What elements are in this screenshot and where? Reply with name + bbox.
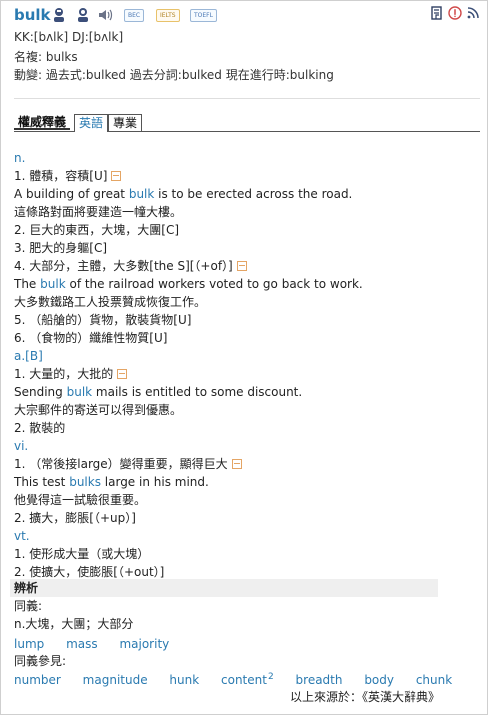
speaker-icon[interactable] — [98, 7, 114, 23]
toolbar — [430, 6, 480, 23]
definition-text: 1. 體積，容積[U] — [14, 169, 108, 183]
toefl-badge: TOEFL — [190, 9, 217, 22]
tab-authoritative[interactable]: 權威釋義 — [14, 114, 71, 130]
example-text: A building of great — [14, 187, 129, 201]
collapse-toggle-icon[interactable] — [236, 260, 247, 271]
definition-line: 2. 巨大的東西，大塊，大團[C] — [14, 222, 179, 239]
definition-text: 5. （船艙的）貨物，散裝貨物[U] — [14, 313, 192, 327]
definition-text: 他覺得這一試驗很重要。 — [14, 493, 147, 507]
example-text: This test — [14, 475, 70, 489]
definition-line: 2. 散裝的 — [14, 420, 65, 437]
definition-line: 大宗郵件的寄送可以得到優惠。 — [14, 402, 182, 419]
analysis-title: 辨析 — [14, 581, 39, 595]
example-sentence: The bulk of the railroad workers voted t… — [14, 276, 363, 293]
definition-line: 1. 體積，容積[U] — [14, 168, 122, 185]
example-text: of the railroad workers voted to go back… — [65, 277, 363, 291]
definition-text: 2. 散裝的 — [14, 421, 66, 435]
definition-text: 大宗郵件的寄送可以得到優惠。 — [14, 403, 183, 417]
see-also-links: number magnitude hunk content2 breadth b… — [14, 671, 470, 689]
definition-line: 1. 大量的，大批的 — [14, 366, 128, 383]
see-also-superscript: 2 — [267, 672, 274, 682]
definition-line: 他覺得這一試驗很重要。 — [14, 492, 146, 509]
example-keyword: bulk — [40, 277, 66, 291]
definition-line: 6. （食物的）纖維性物質[U] — [14, 330, 167, 347]
definition-line: 5. （船艙的）貨物，散裝貨物[U] — [14, 312, 191, 329]
part-of-speech: vi. — [14, 439, 29, 453]
definition-text: 這條路對面將要建造一幢大樓。 — [14, 205, 183, 219]
definition-text: 4. 大部分，主體，大多數[the S][（+of）] — [14, 259, 233, 273]
dictionary-panel — [0, 0, 488, 715]
see-also-link[interactable]: content2 — [221, 672, 274, 687]
definition-text: 2. 巨大的東西，大塊，大團[C] — [14, 223, 180, 237]
uk-pronunciation-icon[interactable] — [52, 7, 66, 23]
verb-forms: 動變: 過去式:bulked 過去分詞:bulked 現在進行時:bulking — [14, 68, 334, 82]
plural-form: 名複: bulks — [14, 50, 78, 64]
ielts-badge: IELTS — [156, 9, 180, 22]
headword: bulk — [14, 6, 51, 24]
definition-text: 2. 擴大，膨脹[（+up）] — [14, 511, 136, 525]
see-also-link[interactable]: chunk — [416, 673, 452, 687]
definition-text: 3. 肥大的身軀[C] — [14, 241, 108, 255]
tab-english[interactable]: 英語 — [74, 114, 109, 132]
rss-icon[interactable] — [466, 6, 480, 23]
example-keyword: bulk — [128, 187, 155, 201]
synonyms-label: 同義: — [14, 599, 43, 613]
example-sentence: Sending bulk mails is entitled to some d… — [14, 384, 302, 401]
example-text: mails is entitled to some discount. — [92, 385, 303, 399]
collapse-toggle-icon[interactable] — [231, 458, 242, 469]
see-also-link[interactable]: body — [364, 673, 394, 687]
definition-text: 2. 使擴大，使膨脹[（+out）] — [14, 565, 165, 579]
example-sentence: A building of great bulk is to be erecte… — [14, 186, 352, 203]
pronunciation: KK:[bʌlk] DJ:[bʌlk] — [14, 30, 124, 44]
wordbook-icon[interactable] — [430, 6, 444, 23]
synonym-links: lump mass majority — [14, 635, 187, 653]
bec-badge: BEC — [124, 9, 145, 22]
example-keyword: bulks — [69, 475, 101, 489]
example-text: Sending — [14, 385, 67, 399]
definition-text: 大多數鐵路工人投票贊成恢復工作。 — [14, 295, 207, 309]
definition-line: 這條路對面將要建造一幢大樓。 — [14, 204, 182, 221]
example-sentence: This test bulks large in his mind. — [14, 474, 209, 491]
part-of-speech: a.[B] — [14, 349, 43, 363]
info-icon[interactable] — [448, 6, 462, 23]
see-also-link[interactable]: breadth — [296, 673, 343, 687]
part-of-speech: vt. — [14, 529, 30, 543]
us-pronunciation-icon[interactable] — [76, 7, 90, 23]
definition-line: 1. 使形成大量（或大塊） — [14, 546, 149, 563]
definition-line: 2. 擴大，膨脹[（+up）] — [14, 510, 136, 527]
synonym-gloss: n.大塊，大團；大部分 — [14, 617, 134, 631]
synonym-link[interactable]: mass — [66, 637, 98, 651]
see-also-link[interactable]: number — [14, 673, 61, 687]
collapse-toggle-icon[interactable] — [111, 170, 122, 181]
definition-line: 1. （常後接large）變得重要，顯得巨大 — [14, 456, 242, 473]
part-of-speech: n. — [14, 151, 26, 165]
synonym-link[interactable]: lump — [14, 637, 44, 651]
example-keyword: bulk — [66, 385, 93, 399]
section-divider — [14, 98, 480, 99]
definition-text: 1. 使形成大量（或大塊） — [14, 547, 150, 561]
definition-line: 大多數鐵路工人投票贊成恢復工作。 — [14, 294, 206, 311]
see-also-link[interactable]: hunk — [169, 673, 199, 687]
definition-line: 3. 肥大的身軀[C] — [14, 240, 107, 257]
see-also-label: 同義參見: — [14, 654, 67, 668]
see-also-link[interactable]: magnitude — [83, 673, 148, 687]
analysis-bar — [10, 579, 438, 597]
tab-professional[interactable]: 專業 — [108, 114, 143, 132]
definition-text: 1. 大量的，大批的 — [14, 367, 114, 381]
example-text: is to be erected across the road. — [154, 187, 353, 201]
definition-text: 6. （食物的）纖維性物質[U] — [14, 331, 168, 345]
synonym-link[interactable]: majority — [119, 637, 169, 651]
source-note: 以上來源於：《英漢大辭典》 — [289, 690, 440, 704]
definition-line: 4. 大部分，主體，大多數[the S][（+of）] — [14, 258, 247, 275]
definition-tabs: 權威釋義 英語 專業 — [14, 114, 480, 132]
definition-text: 1. （常後接large）變得重要，顯得巨大 — [14, 457, 228, 471]
example-text: The — [14, 277, 41, 291]
collapse-toggle-icon[interactable] — [117, 368, 128, 379]
example-text: large in his mind. — [100, 475, 209, 489]
entry-header: bulk BEC IELTS TOEFL — [14, 6, 484, 26]
